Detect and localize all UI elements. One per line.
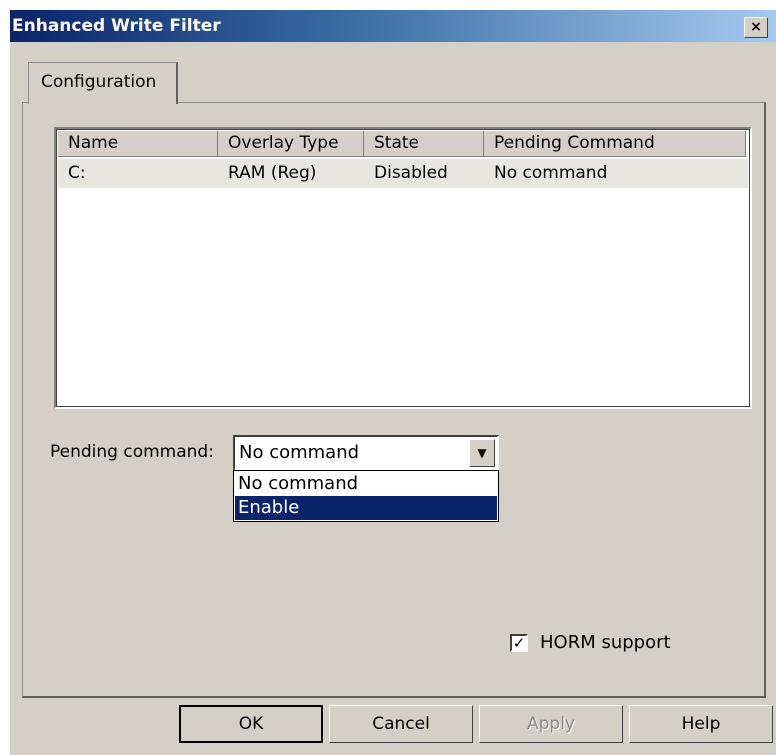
horm-support-checkbox[interactable]: ✓: [510, 634, 528, 652]
pending-command-value: No command: [239, 442, 360, 463]
horm-support-label[interactable]: HORM support: [540, 632, 671, 653]
pending-command-dropdown: No command Enable: [233, 470, 499, 522]
title-bar[interactable]: Enhanced Write Filter ×: [10, 10, 776, 42]
column-header-name[interactable]: Name: [58, 131, 218, 157]
close-button[interactable]: ×: [744, 17, 768, 38]
cell-state: Disabled: [374, 163, 448, 183]
tab-configuration[interactable]: Configuration: [28, 62, 178, 104]
dropdown-option-enable[interactable]: Enable: [235, 496, 497, 520]
cell-overlay-type: RAM (Reg): [228, 163, 317, 183]
column-header-state[interactable]: State: [364, 131, 484, 157]
cancel-button[interactable]: Cancel: [329, 705, 473, 743]
dialog-window: Enhanced Write Filter × Configuration Na…: [10, 10, 776, 755]
cell-pending-command: No command: [494, 163, 608, 183]
ok-button[interactable]: OK: [179, 705, 323, 743]
pending-command-select[interactable]: No command ▼: [233, 435, 499, 471]
volume-list[interactable]: Name Overlay Type State Pending Command …: [54, 127, 752, 409]
column-header-pending-command[interactable]: Pending Command: [484, 131, 746, 157]
help-button[interactable]: Help: [629, 705, 773, 743]
chevron-down-icon[interactable]: ▼: [469, 439, 495, 467]
tab-label: Configuration: [41, 72, 157, 92]
cell-name: C:: [68, 163, 86, 183]
pending-command-label: Pending command:: [50, 442, 214, 462]
apply-button[interactable]: Apply: [479, 705, 623, 743]
dropdown-option-no-command[interactable]: No command: [235, 472, 497, 496]
column-header-overlay-type[interactable]: Overlay Type: [218, 131, 364, 157]
window-title: Enhanced Write Filter: [12, 16, 221, 36]
